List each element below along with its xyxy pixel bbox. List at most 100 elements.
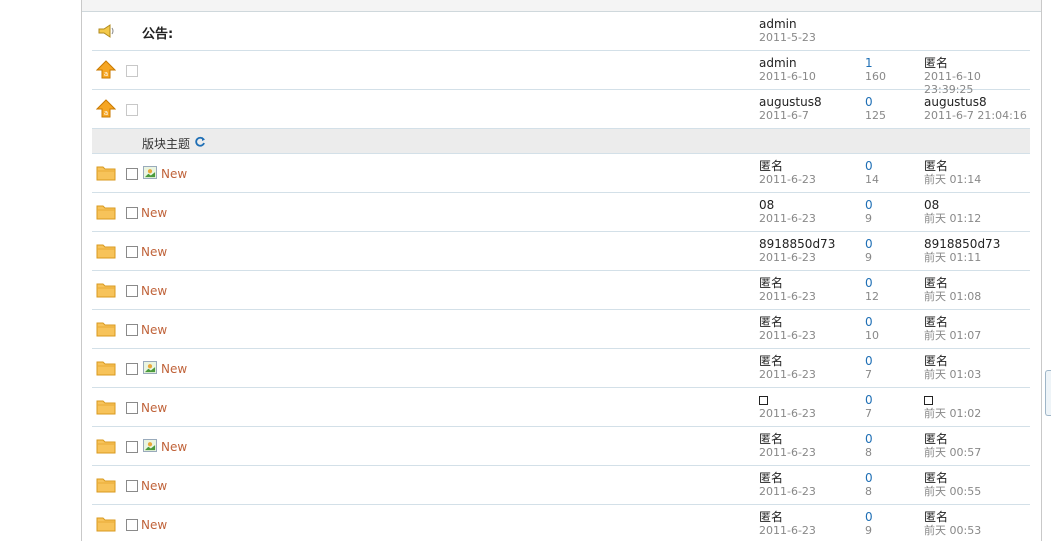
thread-row[interactable]: New 匿名 2011-6-23 0 7 匿名 前天 01:03	[92, 349, 1030, 388]
last-post-author[interactable]: 匿名	[924, 56, 948, 70]
side-float-tab[interactable]	[1045, 370, 1051, 416]
thread-title-link[interactable]: New	[141, 206, 167, 220]
thread-date: 2011-6-23	[759, 485, 816, 498]
thread-title-link[interactable]: New	[141, 323, 167, 337]
folder-icon	[96, 478, 116, 493]
thread-author-name[interactable]: 匿名	[759, 471, 783, 485]
folder-icon	[96, 166, 116, 181]
last-post-time[interactable]: 前天 01:07	[924, 329, 981, 342]
thread-counts: 0 8	[865, 471, 873, 498]
thread-checkbox[interactable]	[126, 65, 138, 77]
thread-checkbox[interactable]	[126, 480, 138, 492]
last-post-time[interactable]: 前天 00:53	[924, 524, 981, 537]
sticky-thread-row[interactable]: a augustus8 2011-6-7 0 125 augustus8 201…	[92, 90, 1030, 129]
image-attachment-icon	[143, 361, 157, 374]
thread-author-name[interactable]: 匿名	[759, 315, 783, 329]
thread-author-name[interactable]: 8918850d73	[759, 237, 835, 251]
thread-author-name[interactable]	[759, 393, 768, 407]
view-count: 8	[865, 446, 872, 459]
last-post-time[interactable]: 前天 01:02	[924, 407, 981, 420]
notice-title[interactable]: 公告:	[142, 23, 173, 42]
thread-author: 匿名 2011-6-23	[759, 354, 816, 381]
thread-row[interactable]: New 匿名 2011-6-23 0 8 匿名 前天 00:57	[92, 427, 1030, 466]
column-header-strip	[82, 0, 1041, 12]
thread-title-link[interactable]: New	[141, 479, 167, 493]
thread-author-name[interactable]: 08	[759, 198, 774, 212]
thread-title-link[interactable]: New	[141, 401, 167, 415]
sticky-thread-row[interactable]: a admin 2011-6-10 1 160 匿名 2011-6-10 23:…	[92, 51, 1030, 96]
last-post-time[interactable]: 前天 01:12	[924, 212, 981, 225]
last-post-time[interactable]: 前天 01:11	[924, 251, 1000, 264]
last-post-author[interactable]: 8918850d73	[924, 237, 1000, 251]
view-count: 125	[865, 109, 886, 122]
thread-row[interactable]: New 匿名 2011-6-23 0 14 匿名 前天 01:14	[92, 154, 1030, 193]
thread-checkbox[interactable]	[126, 168, 138, 180]
thread-checkbox[interactable]	[126, 324, 138, 336]
thread-checkbox[interactable]	[126, 402, 138, 414]
last-post-author[interactable]	[924, 393, 933, 407]
thread-checkbox[interactable]	[126, 285, 138, 297]
thread-title-link[interactable]: New	[161, 362, 187, 376]
missing-glyph-icon	[759, 396, 768, 405]
last-post-time[interactable]: 前天 00:55	[924, 485, 981, 498]
view-count: 10	[865, 329, 879, 342]
refresh-icon[interactable]	[194, 136, 206, 148]
thread-title-link[interactable]: New	[141, 518, 167, 532]
last-post-author[interactable]: 08	[924, 198, 939, 212]
thread-title-link[interactable]: New	[161, 167, 187, 181]
thread-author-name[interactable]: 匿名	[759, 354, 783, 368]
thread-author: 匿名 2011-6-23	[759, 276, 816, 303]
last-post-author[interactable]: 匿名	[924, 471, 948, 485]
thread-author-name[interactable]: 匿名	[759, 510, 783, 524]
thread-title-link[interactable]: New	[141, 245, 167, 259]
thread-author-name[interactable]: admin	[759, 56, 797, 70]
reply-count: 0	[865, 198, 873, 212]
last-post-author[interactable]: 匿名	[924, 510, 948, 524]
view-count: 14	[865, 173, 879, 186]
thread-counts: 0 8	[865, 432, 873, 459]
thread-counts: 0 14	[865, 159, 879, 186]
last-post-time[interactable]: 前天 01:03	[924, 368, 981, 381]
reply-count: 0	[865, 159, 873, 173]
thread-date: 2011-6-23	[759, 329, 816, 342]
thread-row[interactable]: New 8918850d73 2011-6-23 0 9 8918850d73 …	[92, 232, 1030, 271]
thread-counts: 0 10	[865, 315, 879, 342]
folder-icon	[96, 244, 116, 259]
last-post-author[interactable]: 匿名	[924, 159, 948, 173]
thread-row[interactable]: New 匿名 2011-6-23 0 8 匿名 前天 00:55	[92, 466, 1030, 505]
last-post-author[interactable]: 匿名	[924, 315, 948, 329]
thread-checkbox[interactable]	[126, 519, 138, 531]
thread-list: 公告: admin 2011-5-23 a admin 2011-6-10 1 …	[92, 12, 1030, 541]
thread-title-link[interactable]: New	[141, 284, 167, 298]
thread-author-name[interactable]: augustus8	[759, 95, 822, 109]
thread-author-name[interactable]: 匿名	[759, 432, 783, 446]
thread-checkbox[interactable]	[126, 363, 138, 375]
last-post-author[interactable]: 匿名	[924, 354, 948, 368]
thread-checkbox[interactable]	[126, 104, 138, 116]
thread-row[interactable]: New 08 2011-6-23 0 9 08 前天 01:12	[92, 193, 1030, 232]
last-post-time[interactable]: 前天 00:57	[924, 446, 981, 459]
notice-row[interactable]: 公告: admin 2011-5-23	[92, 12, 1030, 51]
thread-author-name[interactable]: 匿名	[759, 159, 783, 173]
last-post-author[interactable]: augustus8	[924, 95, 987, 109]
thread-counts: 0 9	[865, 237, 873, 264]
notice-author-name[interactable]: admin	[759, 17, 797, 31]
thread-checkbox[interactable]	[126, 246, 138, 258]
last-post-time[interactable]: 前天 01:08	[924, 290, 981, 303]
thread-row[interactable]: New 匿名 2011-6-23 0 12 匿名 前天 01:08	[92, 271, 1030, 310]
last-post-time[interactable]: 前天 01:14	[924, 173, 981, 186]
thread-checkbox[interactable]	[126, 207, 138, 219]
last-post-time[interactable]: 2011-6-7 21:04:16	[924, 109, 1027, 122]
thread-author-name[interactable]: 匿名	[759, 276, 783, 290]
thread-row[interactable]: New 匿名 2011-6-23 0 9 匿名 前天 00:53	[92, 505, 1030, 541]
last-post-author[interactable]: 匿名	[924, 432, 948, 446]
last-post-author[interactable]: 匿名	[924, 276, 948, 290]
reply-count: 0	[865, 471, 873, 485]
thread-row[interactable]: New 匿名 2011-6-23 0 10 匿名 前天 01:07	[92, 310, 1030, 349]
last-post: augustus8 2011-6-7 21:04:16	[924, 95, 1027, 122]
thread-title-link[interactable]: New	[161, 440, 187, 454]
thread-checkbox[interactable]	[126, 441, 138, 453]
thread-row[interactable]: New 2011-6-23 0 7 前天 01:02	[92, 388, 1030, 427]
thread-counts: 0 9	[865, 198, 873, 225]
thread-author: 08 2011-6-23	[759, 198, 816, 225]
